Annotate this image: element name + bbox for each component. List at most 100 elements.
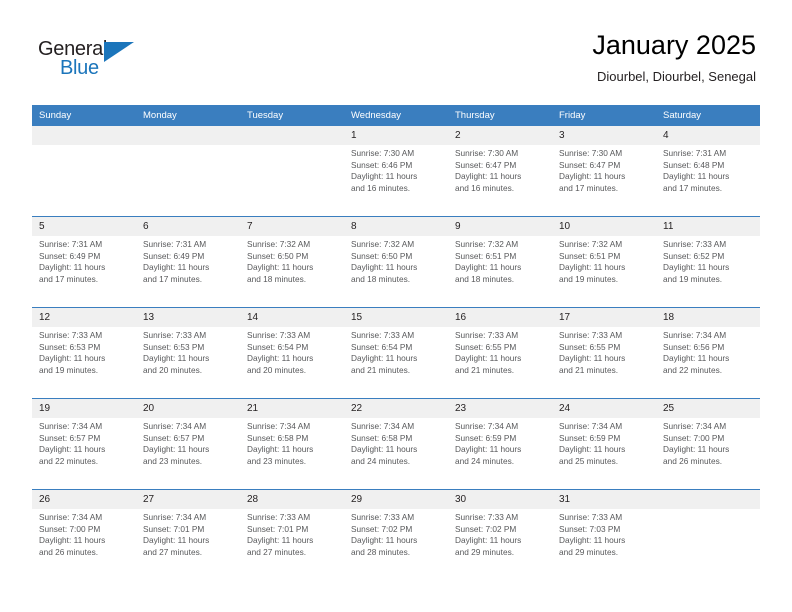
day-cell-20[interactable]: Sunrise: 7:34 AM Sunset: 6:57 PM Daylight:…: [136, 418, 240, 489]
day-cell-2[interactable]: Sunrise: 7:30 AM Sunset: 6:47 PM Daylight:…: [448, 145, 552, 216]
day-cell-27[interactable]: Sunrise: 7:34 AM Sunset: 7:01 PM Daylight:…: [136, 509, 240, 580]
day-number-29[interactable]: 29: [344, 490, 448, 509]
day-cell-15[interactable]: Sunrise: 7:33 AM Sunset: 6:54 PM Daylight:…: [344, 327, 448, 398]
day-number-23[interactable]: 23: [448, 399, 552, 418]
day-number-8[interactable]: 8: [344, 217, 448, 236]
sunrise-text: Sunrise: 7:33 AM: [455, 512, 519, 522]
day-number-12[interactable]: 12: [32, 308, 136, 327]
sunset-text: Sunset: 6:56 PM: [663, 341, 725, 352]
sunrise-text: Sunrise: 7:31 AM: [663, 148, 727, 158]
day-number-30[interactable]: 30: [448, 490, 552, 509]
day-cell-31[interactable]: Sunrise: 7:33 AM Sunset: 7:03 PM Daylight:…: [552, 509, 656, 580]
day-cell-8[interactable]: Sunrise: 7:32 AM Sunset: 6:50 PM Daylight:…: [344, 236, 448, 307]
day-cell-9[interactable]: Sunrise: 7:32 AM Sunset: 6:51 PM Daylight:…: [448, 236, 552, 307]
sunset-text: Sunset: 6:59 PM: [455, 432, 517, 443]
day-number-empty: [240, 126, 344, 145]
day-number-13[interactable]: 13: [136, 308, 240, 327]
sunset-text: Sunset: 6:46 PM: [351, 159, 413, 170]
day-number-4[interactable]: 4: [656, 126, 760, 145]
day-number-2[interactable]: 2: [448, 126, 552, 145]
day-cell-28[interactable]: Sunrise: 7:33 AM Sunset: 7:01 PM Daylight:…: [240, 509, 344, 580]
day-number-25[interactable]: 25: [656, 399, 760, 418]
day-cell-empty: [32, 145, 136, 216]
weekday-header-sunday: Sunday: [39, 110, 72, 121]
daylight-text: Daylight: 11 hours: [559, 353, 626, 364]
day-number-14[interactable]: 14: [240, 308, 344, 327]
day-number-19[interactable]: 19: [32, 399, 136, 418]
daylight-text-cont: and 22 minutes.: [663, 364, 723, 375]
daylight-text: Daylight: 11 hours: [455, 353, 522, 364]
sunset-text: Sunset: 6:49 PM: [143, 250, 205, 261]
day-number-1[interactable]: 1: [344, 126, 448, 145]
day-cell-30[interactable]: Sunrise: 7:33 AM Sunset: 7:02 PM Daylight:…: [448, 509, 552, 580]
day-cell-17[interactable]: Sunrise: 7:33 AM Sunset: 6:55 PM Daylight:…: [552, 327, 656, 398]
day-cell-22[interactable]: Sunrise: 7:34 AM Sunset: 6:58 PM Daylight:…: [344, 418, 448, 489]
sunset-text: Sunset: 6:49 PM: [39, 250, 101, 261]
day-cell-12[interactable]: Sunrise: 7:33 AM Sunset: 6:53 PM Daylight:…: [32, 327, 136, 398]
daylight-text-cont: and 17 minutes.: [559, 182, 619, 193]
day-cell-24[interactable]: Sunrise: 7:34 AM Sunset: 6:59 PM Daylight:…: [552, 418, 656, 489]
daylight-text: Daylight: 11 hours: [39, 444, 106, 455]
day-cell-7[interactable]: Sunrise: 7:32 AM Sunset: 6:50 PM Daylight:…: [240, 236, 344, 307]
daylight-text-cont: and 19 minutes.: [559, 273, 619, 284]
day-number-31[interactable]: 31: [552, 490, 656, 509]
day-number-17[interactable]: 17: [552, 308, 656, 327]
daylight-text: Daylight: 11 hours: [559, 444, 626, 455]
sunset-text: Sunset: 7:01 PM: [247, 523, 309, 534]
day-cell-1[interactable]: Sunrise: 7:30 AM Sunset: 6:46 PM Daylight:…: [344, 145, 448, 216]
sunrise-text: Sunrise: 7:32 AM: [559, 239, 623, 249]
sunrise-text: Sunrise: 7:32 AM: [455, 239, 519, 249]
day-number-21[interactable]: 21: [240, 399, 344, 418]
day-number-24[interactable]: 24: [552, 399, 656, 418]
sunset-text: Sunset: 7:00 PM: [39, 523, 101, 534]
day-number-9[interactable]: 9: [448, 217, 552, 236]
daylight-text: Daylight: 11 hours: [663, 171, 730, 182]
sunrise-text: Sunrise: 7:30 AM: [351, 148, 415, 158]
calendar-week-row: 5 6 7 8 9 10 11 Sunrise: 7:31 AM Sunset: 6:49 PM…: [32, 216, 760, 307]
daylight-text: Daylight: 11 hours: [351, 262, 418, 273]
day-number-20[interactable]: 20: [136, 399, 240, 418]
day-cell-5[interactable]: Sunrise: 7:31 AM Sunset: 6:49 PM Daylight:…: [32, 236, 136, 307]
day-number-7[interactable]: 7: [240, 217, 344, 236]
day-cell-4[interactable]: Sunrise: 7:31 AM Sunset: 6:48 PM Daylight:…: [656, 145, 760, 216]
day-cell-16[interactable]: Sunrise: 7:33 AM Sunset: 6:55 PM Daylight:…: [448, 327, 552, 398]
day-cell-11[interactable]: Sunrise: 7:33 AM Sunset: 6:52 PM Daylight:…: [656, 236, 760, 307]
day-number-28[interactable]: 28: [240, 490, 344, 509]
sunset-text: Sunset: 7:00 PM: [663, 432, 725, 443]
weekday-header-monday: Monday: [143, 110, 177, 121]
day-number-15[interactable]: 15: [344, 308, 448, 327]
day-number-10[interactable]: 10: [552, 217, 656, 236]
logo-text-blue: Blue: [60, 57, 99, 79]
day-number-6[interactable]: 6: [136, 217, 240, 236]
daylight-text: Daylight: 11 hours: [559, 262, 626, 273]
day-number-11[interactable]: 11: [656, 217, 760, 236]
day-cell-6[interactable]: Sunrise: 7:31 AM Sunset: 6:49 PM Daylight:…: [136, 236, 240, 307]
day-cell-29[interactable]: Sunrise: 7:33 AM Sunset: 7:02 PM Daylight:…: [344, 509, 448, 580]
day-number-18[interactable]: 18: [656, 308, 760, 327]
sunrise-text: Sunrise: 7:31 AM: [39, 239, 103, 249]
day-number-16[interactable]: 16: [448, 308, 552, 327]
day-number-27[interactable]: 27: [136, 490, 240, 509]
sunrise-text: Sunrise: 7:34 AM: [143, 512, 207, 522]
day-cell-13[interactable]: Sunrise: 7:33 AM Sunset: 6:53 PM Daylight:…: [136, 327, 240, 398]
day-cell-26[interactable]: Sunrise: 7:34 AM Sunset: 7:00 PM Daylight:…: [32, 509, 136, 580]
general-blue-logo[interactable]: General Blue: [38, 38, 158, 88]
day-cell-21[interactable]: Sunrise: 7:34 AM Sunset: 6:58 PM Daylight:…: [240, 418, 344, 489]
day-number-22[interactable]: 22: [344, 399, 448, 418]
day-cell-19[interactable]: Sunrise: 7:34 AM Sunset: 6:57 PM Daylight:…: [32, 418, 136, 489]
day-number-5[interactable]: 5: [32, 217, 136, 236]
day-cell-25[interactable]: Sunrise: 7:34 AM Sunset: 7:00 PM Daylight:…: [656, 418, 760, 489]
day-cell-23[interactable]: Sunrise: 7:34 AM Sunset: 6:59 PM Daylight:…: [448, 418, 552, 489]
day-cell-10[interactable]: Sunrise: 7:32 AM Sunset: 6:51 PM Daylight:…: [552, 236, 656, 307]
day-number-3[interactable]: 3: [552, 126, 656, 145]
daylight-text: Daylight: 11 hours: [455, 171, 522, 182]
sunset-text: Sunset: 6:52 PM: [663, 250, 725, 261]
daylight-text: Daylight: 11 hours: [351, 535, 418, 546]
sunset-text: Sunset: 6:54 PM: [351, 341, 413, 352]
calendar-week-row: 12 13 14 15 16 17 18 Sunrise: 7:33 AM Sunset: 6:…: [32, 307, 760, 398]
day-number-26[interactable]: 26: [32, 490, 136, 509]
day-cell-3[interactable]: Sunrise: 7:30 AM Sunset: 6:47 PM Daylight:…: [552, 145, 656, 216]
day-cell-18[interactable]: Sunrise: 7:34 AM Sunset: 6:56 PM Daylight:…: [656, 327, 760, 398]
day-number-empty: [656, 490, 760, 509]
day-cell-14[interactable]: Sunrise: 7:33 AM Sunset: 6:54 PM Daylight:…: [240, 327, 344, 398]
